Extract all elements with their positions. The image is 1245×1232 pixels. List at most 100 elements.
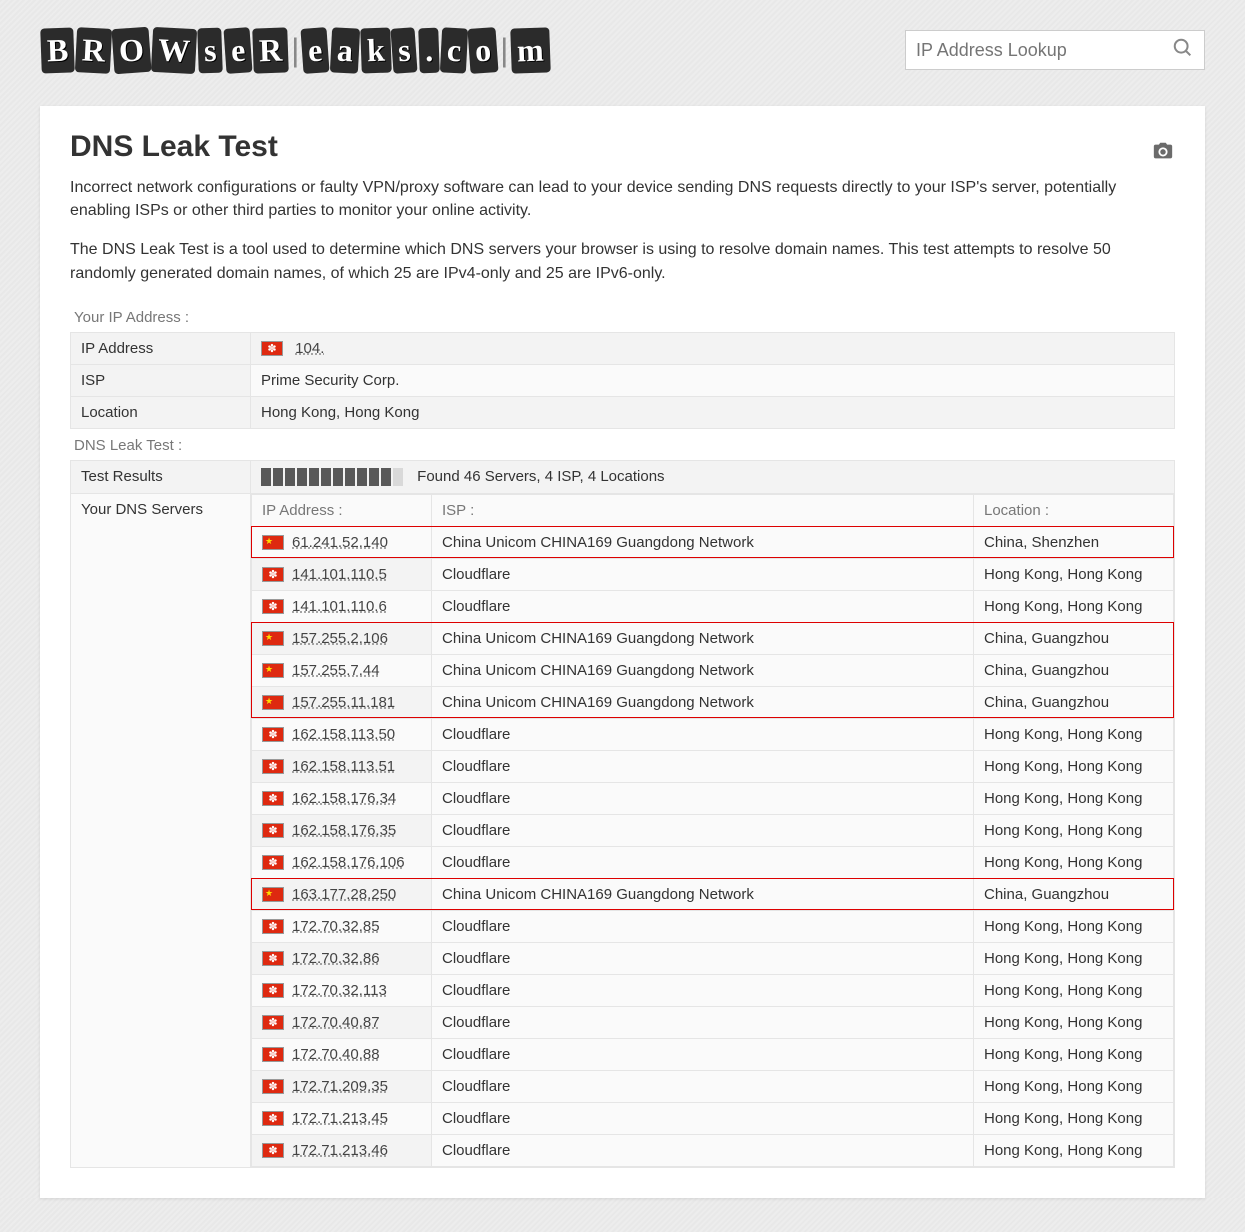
- table-row: 162.158.176.106CloudflareHong Kong, Hong…: [252, 846, 1174, 878]
- site-logo[interactable]: BROWseR|eaks.co|m: [40, 28, 551, 73]
- flag-icon: [262, 663, 284, 678]
- dns-isp-cell: Cloudflare: [432, 750, 974, 782]
- flag-icon: [262, 727, 284, 742]
- dns-isp-cell: China Unicom CHINA169 Guangdong Network: [432, 878, 974, 910]
- location-label: Location: [71, 396, 251, 428]
- flag-icon: [262, 919, 284, 934]
- dns-isp-cell: Cloudflare: [432, 1134, 974, 1166]
- search-box[interactable]: [905, 30, 1205, 70]
- dns-servers-cell: IP Address : ISP : Location : 61.241.52.…: [251, 493, 1175, 1167]
- flag-icon: [262, 791, 284, 806]
- table-row: 141.101.110.6CloudflareHong Kong, Hong K…: [252, 590, 1174, 622]
- table-row: 61.241.52.140 China Unicom CHINA169 Guang…: [252, 526, 1174, 558]
- table-row: 172.70.32.85CloudflareHong Kong, Hong Ko…: [252, 910, 1174, 942]
- dns-ip-link[interactable]: 157.255.11.181: [292, 694, 395, 711]
- flag-icon: [262, 1015, 284, 1030]
- description-1: Incorrect network configurations or faul…: [70, 176, 1175, 222]
- ip-info-table: IP Address 104. ISP Prime Security Corp.…: [70, 332, 1175, 429]
- table-row: 162.158.176.34 CloudflareHong Kong, Hong …: [252, 782, 1174, 814]
- dns-location-cell: Hong Kong, Hong Kong: [974, 814, 1174, 846]
- dns-isp-cell: Cloudflare: [432, 974, 974, 1006]
- dns-isp-cell: China Unicom CHINA169 Guangdong Network: [432, 654, 974, 686]
- dns-isp-cell: Cloudflare: [432, 782, 974, 814]
- dns-location-cell: Hong Kong, Hong Kong: [974, 718, 1174, 750]
- dns-ip-cell: 172.70.32.86: [252, 942, 432, 974]
- main-content: DNS Leak Test Incorrect network configur…: [40, 106, 1205, 1198]
- dns-ip-link[interactable]: 172.70.40.87: [292, 1014, 380, 1031]
- table-row: Your DNS Servers IP Address : ISP : Loca…: [71, 493, 1175, 1167]
- dns-location-cell: Hong Kong, Hong Kong: [974, 782, 1174, 814]
- dns-ip-link[interactable]: 157.255.7.44: [292, 662, 380, 679]
- dns-ip-link[interactable]: 172.70.32.113: [292, 982, 387, 999]
- flag-icon: [262, 567, 284, 582]
- flag-icon: [262, 1143, 284, 1158]
- dns-ip-cell: 172.71.209.35: [252, 1070, 432, 1102]
- dns-ip-link[interactable]: 172.70.40.88: [292, 1046, 380, 1063]
- dns-location-cell: Hong Kong, Hong Kong: [974, 558, 1174, 590]
- dns-location-cell: China, Guangzhou: [974, 654, 1174, 686]
- dns-ip-link[interactable]: 162.158.176.35: [292, 822, 396, 839]
- dns-ip-link[interactable]: 157.255.2.106: [292, 630, 388, 647]
- location-value: Hong Kong, Hong Kong: [251, 396, 1175, 428]
- dns-ip-link[interactable]: 141.101.110.5: [292, 566, 387, 583]
- table-row: 172.71.213.46 CloudflareHong Kong, Hong K…: [252, 1134, 1174, 1166]
- dns-ip-cell: 162.158.176.35: [252, 814, 432, 846]
- dns-ip-link[interactable]: 162.158.113.51: [292, 758, 395, 775]
- table-row: 172.70.32.86CloudflareHong Kong, Hong Ko…: [252, 942, 1174, 974]
- dns-ip-link[interactable]: 172.71.209.35: [292, 1078, 388, 1095]
- flag-icon: [262, 535, 284, 550]
- dns-ip-cell: 172.70.40.87: [252, 1006, 432, 1038]
- dns-ip-link[interactable]: 162.158.176.34: [292, 790, 396, 807]
- dns-ip-link[interactable]: 162.158.176.106: [292, 854, 405, 871]
- isp-label: ISP: [71, 364, 251, 396]
- dns-ip-link[interactable]: 172.71.213.45: [292, 1110, 388, 1127]
- dns-ip-cell: 172.70.32.85: [252, 910, 432, 942]
- table-row: 172.70.32.113 CloudflareHong Kong, Hong K…: [252, 974, 1174, 1006]
- dns-location-cell: Hong Kong, Hong Kong: [974, 910, 1174, 942]
- dns-servers-label: Your DNS Servers: [71, 493, 251, 1167]
- dns-location-cell: Hong Kong, Hong Kong: [974, 1070, 1174, 1102]
- dns-isp-cell: China Unicom CHINA169 Guangdong Network: [432, 622, 974, 654]
- table-row: IP Address 104.: [71, 332, 1175, 364]
- search-input[interactable]: [916, 40, 1172, 61]
- dns-isp-cell: Cloudflare: [432, 814, 974, 846]
- dns-ip-link[interactable]: 163.177.28.250: [292, 886, 396, 903]
- dns-ip-link[interactable]: 141.101.110.6: [292, 598, 387, 615]
- flag-icon: [262, 759, 284, 774]
- ip-value-cell: 104.: [251, 332, 1175, 364]
- table-header-row: IP Address : ISP : Location :: [252, 494, 1174, 526]
- dns-location-cell: Hong Kong, Hong Kong: [974, 846, 1174, 878]
- dns-location-cell: Hong Kong, Hong Kong: [974, 1134, 1174, 1166]
- dns-location-cell: Hong Kong, Hong Kong: [974, 1006, 1174, 1038]
- table-row: 157.255.7.44 China Unicom CHINA169 Guangd…: [252, 654, 1174, 686]
- dns-ip-cell: 157.255.2.106: [252, 622, 432, 654]
- table-row: 163.177.28.250 China Unicom CHINA169 Guan…: [252, 878, 1174, 910]
- dns-location-cell: China, Guangzhou: [974, 878, 1174, 910]
- flag-icon: [262, 983, 284, 998]
- dns-location-cell: Hong Kong, Hong Kong: [974, 974, 1174, 1006]
- camera-icon[interactable]: [1151, 140, 1175, 167]
- dns-ip-link[interactable]: 172.70.32.85: [292, 918, 380, 935]
- flag-icon: [262, 1047, 284, 1062]
- table-row: 172.70.40.87CloudflareHong Kong, Hong Ko…: [252, 1006, 1174, 1038]
- dns-ip-cell: 141.101.110.6: [252, 590, 432, 622]
- dns-isp-cell: China Unicom CHINA169 Guangdong Network: [432, 686, 974, 718]
- dns-ip-link[interactable]: 162.158.113.50: [292, 726, 395, 743]
- dns-location-cell: Hong Kong, Hong Kong: [974, 942, 1174, 974]
- search-icon[interactable]: [1172, 37, 1194, 64]
- dns-ip-link[interactable]: 172.70.32.86: [292, 950, 380, 967]
- table-row: 162.158.176.35 CloudflareHong Kong, Hong …: [252, 814, 1174, 846]
- dns-ip-link[interactable]: 61.241.52.140: [292, 534, 388, 551]
- flag-icon: [262, 1111, 284, 1126]
- dns-isp-cell: China Unicom CHINA169 Guangdong Network: [432, 526, 974, 558]
- dns-isp-cell: Cloudflare: [432, 1102, 974, 1134]
- header: BROWseR|eaks.co|m: [0, 0, 1245, 100]
- dns-ip-cell: 162.158.113.50: [252, 718, 432, 750]
- dns-ip-link[interactable]: 172.71.213.46: [292, 1142, 388, 1159]
- table-row: 172.70.40.88CloudflareHong Kong, Hong Ko…: [252, 1038, 1174, 1070]
- dns-ip-cell: 163.177.28.250: [252, 878, 432, 910]
- test-results-cell: Found 46 Servers, 4 ISP, 4 Locations: [251, 460, 1175, 493]
- dns-info-table: Test Results Found 46 Servers, 4 ISP, 4 …: [70, 460, 1175, 1168]
- ip-address-link[interactable]: 104.: [295, 340, 324, 357]
- dns-ip-cell: 61.241.52.140: [252, 526, 432, 558]
